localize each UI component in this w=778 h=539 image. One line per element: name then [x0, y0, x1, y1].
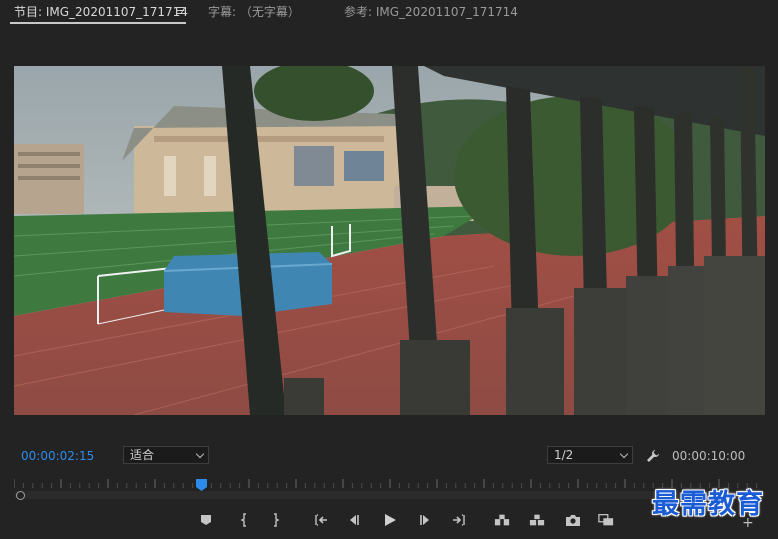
step-forward-icon: [420, 515, 429, 525]
tab-captions[interactable]: 字幕: （无字幕）: [208, 4, 300, 22]
settings-wrench-icon[interactable]: [646, 448, 660, 462]
mark-out-icon: [274, 513, 280, 527]
step-back-icon: [350, 515, 359, 525]
time-ruler[interactable]: [14, 476, 765, 490]
zoom-scroll-handle[interactable]: [16, 491, 25, 500]
video-scene: [14, 66, 765, 415]
mark-out-button[interactable]: [268, 512, 284, 528]
go-to-out-icon: [453, 514, 465, 526]
watermark-logo: 最需教育: [652, 489, 764, 520]
playback-resolution-value: 1/2: [554, 448, 574, 462]
current-timecode[interactable]: 00:00:02:15: [21, 449, 94, 463]
go-to-in-button[interactable]: [313, 512, 329, 528]
play-icon: [385, 514, 396, 526]
step-forward-button[interactable]: [417, 512, 433, 528]
lift-icon: [494, 514, 510, 526]
go-to-in-icon: [315, 514, 327, 526]
add-marker-button[interactable]: [198, 512, 214, 528]
zoom-level-value: 适合: [130, 448, 155, 462]
add-marker-icon: [201, 515, 211, 525]
playhead-marker[interactable]: [196, 476, 208, 491]
duration-timecode: 00:00:10:00: [672, 449, 746, 463]
mark-in-icon: [240, 513, 246, 527]
step-back-button[interactable]: [346, 512, 362, 528]
compare-view-button[interactable]: [598, 512, 614, 528]
extract-icon: [529, 514, 545, 526]
playback-resolution-select[interactable]: 1/2: [547, 446, 633, 464]
go-to-out-button[interactable]: [451, 512, 467, 528]
tab-reference-monitor[interactable]: 参考: IMG_20201107_171714: [344, 4, 518, 22]
program-video-frame[interactable]: [14, 66, 765, 415]
chevron-down-icon: [619, 449, 629, 459]
lift-button[interactable]: [494, 512, 510, 528]
extract-button[interactable]: [529, 512, 545, 528]
tab-program-monitor[interactable]: 节目: IMG_20201107_171714: [14, 4, 188, 22]
panel-tab-bar: 节目: IMG_20201107_171714 字幕: （无字幕） 参考: IM…: [0, 0, 778, 26]
mark-in-button[interactable]: [236, 512, 252, 528]
export-frame-button[interactable]: [565, 512, 581, 528]
play-button[interactable]: [382, 512, 398, 528]
panel-menu-icon[interactable]: [176, 7, 184, 15]
zoom-level-select[interactable]: 适合: [123, 446, 209, 464]
active-tab-underline: [10, 22, 186, 24]
export-frame-icon: [566, 514, 580, 526]
chevron-down-icon: [195, 449, 205, 459]
compare-view-icon: [598, 514, 614, 526]
